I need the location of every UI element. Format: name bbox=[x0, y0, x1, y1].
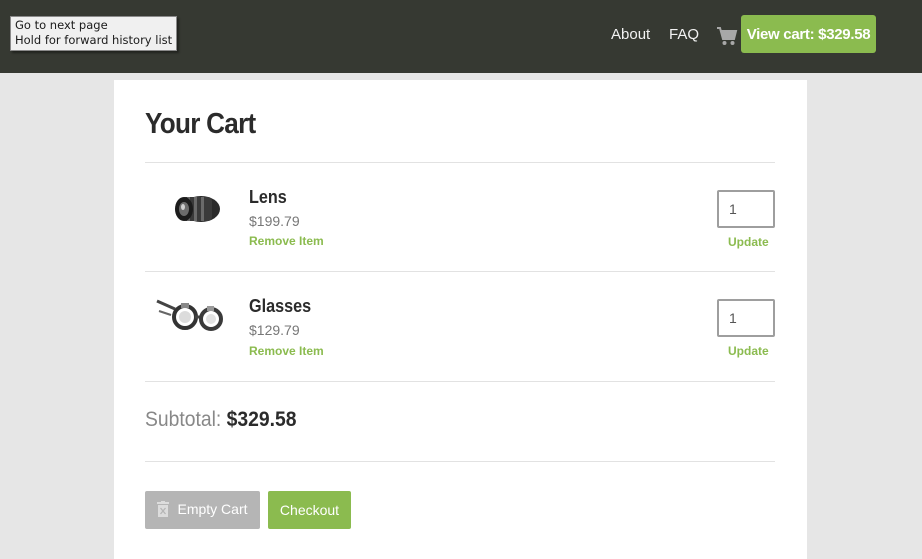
tooltip-line-2: Hold for forward history list bbox=[15, 33, 173, 47]
quantity-input[interactable] bbox=[717, 299, 775, 337]
divider bbox=[145, 162, 775, 163]
item-price: $199.79 bbox=[249, 213, 300, 229]
checkout-button[interactable]: Checkout bbox=[268, 491, 351, 529]
empty-cart-label: Empty Cart bbox=[177, 500, 248, 517]
cart-panel: Your Cart Lens $199.79 Remove Item Updat… bbox=[114, 80, 807, 559]
view-cart-button[interactable]: View cart: $329.58 bbox=[741, 15, 876, 53]
shopping-cart-icon bbox=[716, 26, 738, 46]
subtotal: Subtotal: $329.58 bbox=[145, 408, 296, 432]
item-name: Glasses bbox=[249, 296, 312, 316]
trash-icon bbox=[157, 500, 170, 520]
divider bbox=[145, 381, 775, 382]
update-link[interactable]: Update bbox=[728, 344, 769, 358]
tooltip-line-1: Go to next page bbox=[15, 18, 108, 32]
remove-item-link[interactable]: Remove Item bbox=[249, 344, 324, 358]
subtotal-label: Subtotal: bbox=[145, 408, 222, 431]
item-name: Lens bbox=[249, 187, 287, 207]
update-link[interactable]: Update bbox=[728, 235, 769, 249]
subtotal-value: $329.58 bbox=[226, 408, 297, 431]
quantity-input[interactable] bbox=[717, 190, 775, 228]
page-title: Your Cart bbox=[145, 108, 256, 140]
nav-about-link[interactable]: About bbox=[611, 26, 650, 43]
camera-lens-image bbox=[165, 183, 235, 233]
remove-item-link[interactable]: Remove Item bbox=[249, 234, 324, 248]
browser-tooltip: Go to next page Hold for forward history… bbox=[10, 16, 178, 51]
divider bbox=[145, 461, 775, 462]
nav-faq-link[interactable]: FAQ bbox=[669, 26, 699, 43]
empty-cart-button[interactable]: Empty Cart bbox=[145, 491, 260, 529]
steampunk-glasses-image bbox=[155, 291, 225, 341]
divider bbox=[145, 271, 775, 272]
item-price: $129.79 bbox=[249, 322, 300, 338]
